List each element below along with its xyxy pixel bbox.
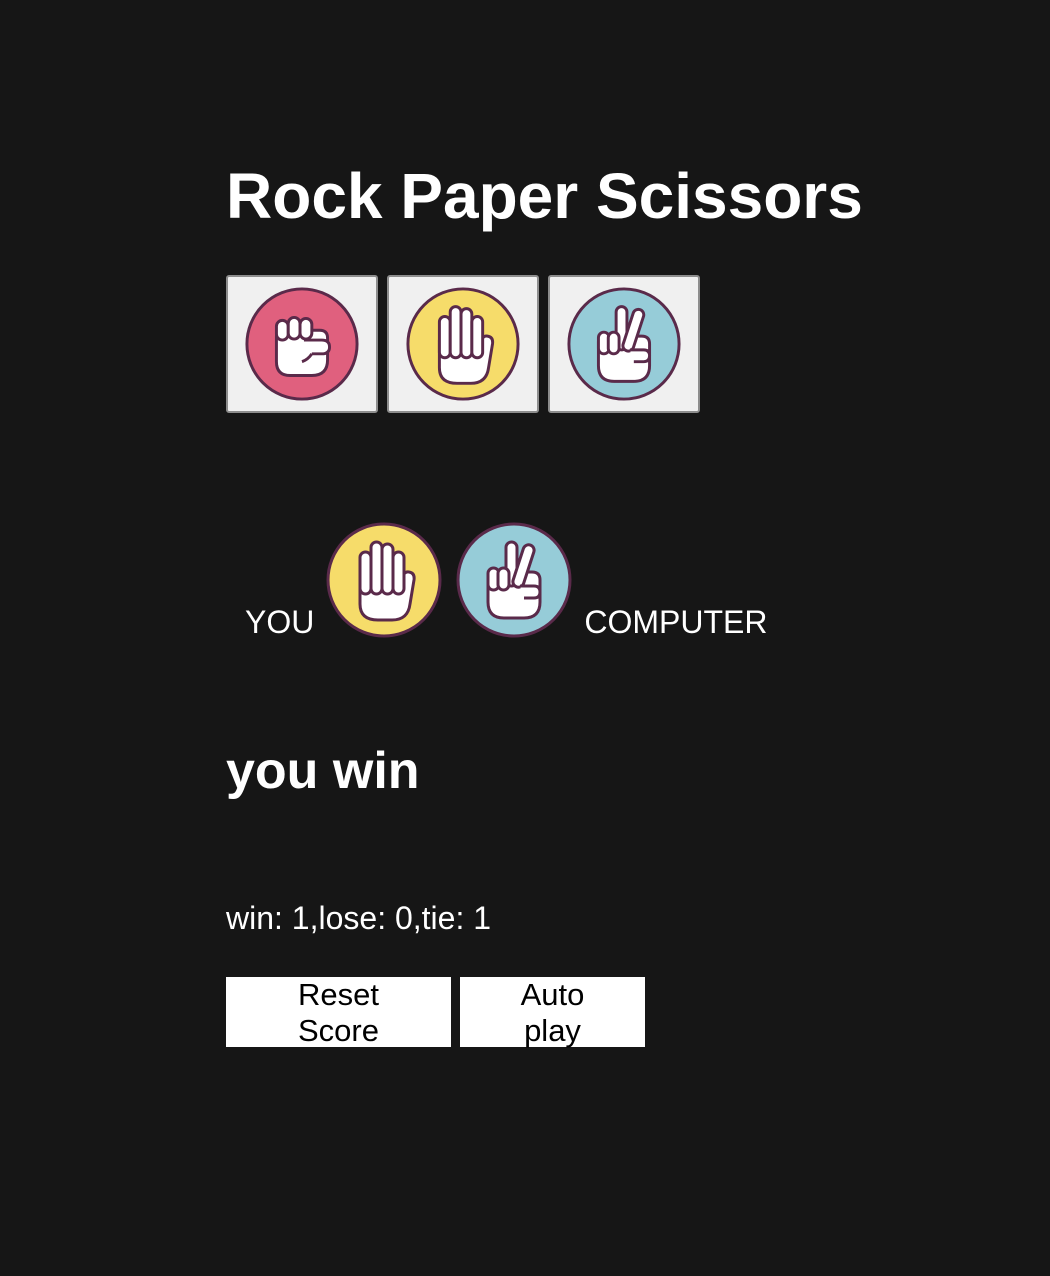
action-button-group: Reset Score Auto play	[226, 977, 645, 1048]
round-moves: YOU COMPUTER	[245, 510, 767, 640]
move-button-group	[226, 275, 700, 413]
rock-button[interactable]	[226, 275, 378, 413]
reset-score-button[interactable]: Reset Score	[226, 977, 451, 1048]
score-text: win: 1,lose: 0,tie: 1	[226, 900, 492, 936]
auto-play-button[interactable]: Auto play	[460, 977, 645, 1048]
player-move-paper-icon	[324, 520, 444, 640]
page-title: Rock Paper Scissors	[226, 160, 863, 232]
paper-hand-icon	[404, 285, 522, 403]
computer-label: COMPUTER	[584, 604, 768, 640]
scissors-hand-icon	[565, 285, 683, 403]
result-text: you win	[226, 742, 420, 800]
paper-button[interactable]	[387, 275, 539, 413]
rock-fist-icon	[243, 285, 361, 403]
computer-move-scissors-icon	[454, 520, 574, 640]
you-label: YOU	[245, 604, 315, 640]
scissors-button[interactable]	[548, 275, 700, 413]
